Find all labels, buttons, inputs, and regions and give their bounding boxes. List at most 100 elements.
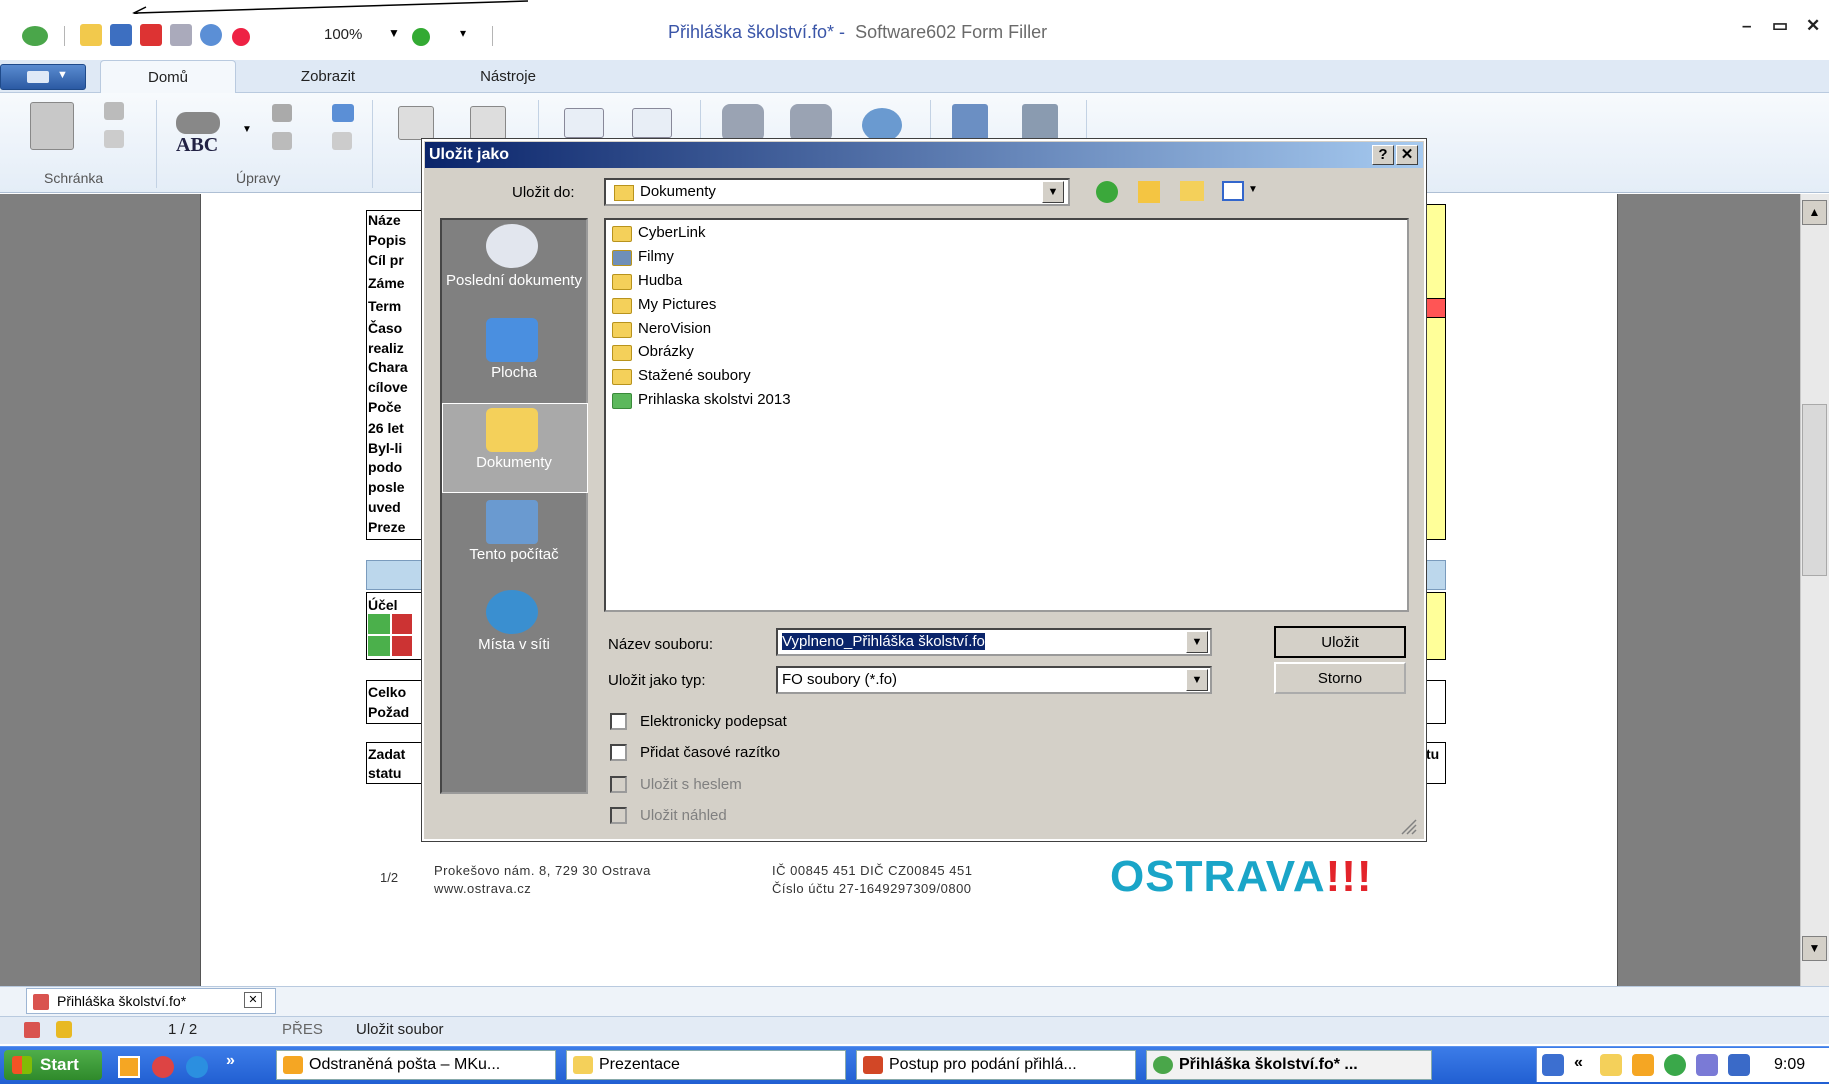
place-documents[interactable]: Dokumenty	[442, 454, 586, 472]
form-layout-icon[interactable]	[632, 108, 672, 138]
help-button[interactable]: ?	[1372, 145, 1394, 165]
copy-icon[interactable]	[104, 130, 124, 148]
restore-button[interactable]: ▭	[1772, 16, 1788, 36]
tray-volume-icon[interactable]	[1696, 1054, 1718, 1076]
tray-outlook-icon[interactable]	[1632, 1054, 1654, 1076]
resize-grip-icon[interactable]	[1398, 816, 1418, 836]
scroll-up-arrow-icon[interactable]: ▲	[1802, 200, 1827, 225]
minimize-button[interactable]: –	[1742, 16, 1751, 36]
file-item[interactable]: Filmy	[608, 248, 674, 270]
application-menu-button[interactable]: ▼	[0, 64, 86, 90]
view-menu-icon[interactable]	[1222, 181, 1244, 201]
back-icon[interactable]	[1096, 181, 1118, 203]
tab-tools[interactable]: Nástroje	[448, 60, 568, 93]
tray-network-icon[interactable]	[1664, 1054, 1686, 1076]
dialog-close-button[interactable]: ✕	[1396, 145, 1418, 165]
file-item[interactable]: Obrázky	[608, 343, 694, 365]
filetype-dropdown[interactable]: FO soubory (*.fo)	[776, 666, 1212, 694]
file-item[interactable]: CyberLink	[608, 224, 706, 246]
timestamp-checkbox-label[interactable]: Přidat časové razítko	[640, 744, 780, 761]
spell-check-label[interactable]: ABC	[176, 134, 218, 157]
pdf-icon[interactable]	[140, 24, 162, 46]
file-item[interactable]: My Pictures	[608, 296, 716, 318]
save-in-dropdown-arrow-icon[interactable]: ▼	[1042, 181, 1064, 203]
file-item[interactable]: NeroVision	[608, 320, 711, 342]
scrollbar-thumb[interactable]	[1802, 404, 1827, 576]
clock[interactable]: 9:09	[1774, 1056, 1805, 1074]
find-icon[interactable]	[176, 112, 220, 134]
select-all-icon[interactable]	[272, 132, 292, 150]
tray-expand[interactable]: «	[1574, 1054, 1583, 1072]
print-icon[interactable]	[170, 24, 192, 46]
tray-folder-icon[interactable]	[1600, 1054, 1622, 1076]
form-edit-icon[interactable]	[1022, 104, 1058, 142]
start-button[interactable]: Start	[4, 1050, 102, 1080]
timestamp-checkbox[interactable]	[610, 744, 627, 761]
file-item[interactable]: Prihlaska skolstvi 2013	[608, 391, 791, 413]
internet-explorer-icon[interactable]	[186, 1056, 208, 1078]
calculator-icon[interactable]	[952, 104, 988, 142]
file-list[interactable]	[604, 218, 1409, 612]
replace-icon[interactable]	[272, 104, 292, 122]
zoom-out-icon[interactable]	[232, 28, 250, 46]
save-button[interactable]: Uložit	[1274, 626, 1406, 658]
paste-icon[interactable]	[30, 102, 74, 150]
database-web-icon[interactable]	[862, 108, 902, 142]
quicklaunch-overflow[interactable]: »	[226, 1052, 235, 1070]
window-title: Přihláška školství.fo* - Software602 Form…	[668, 22, 1047, 43]
cut-icon[interactable]	[104, 102, 124, 120]
up-folder-icon[interactable]	[1138, 181, 1160, 203]
filename-input[interactable]: Vyplneno_Přihláška školství.fo	[776, 628, 1212, 656]
document-tab-close-icon[interactable]: ✕	[244, 992, 262, 1008]
task-form-filler[interactable]: Přihláška školství.fo* ...	[1146, 1050, 1432, 1080]
vertical-scrollbar[interactable]	[1800, 194, 1829, 986]
tab-view[interactable]: Zobrazit	[268, 60, 388, 93]
tray-monitor-icon[interactable]	[1728, 1054, 1750, 1076]
language-icon[interactable]	[1542, 1054, 1564, 1076]
zoom-dropdown-icon[interactable]: ▼	[388, 26, 400, 40]
add-row-icon[interactable]	[368, 636, 390, 656]
place-desktop[interactable]: Plocha	[442, 364, 586, 382]
close-button[interactable]: ✕	[1806, 16, 1820, 36]
cancel-button[interactable]: Storno	[1274, 662, 1406, 694]
media-quicklaunch-icon[interactable]	[152, 1056, 174, 1078]
redo-icon[interactable]	[332, 132, 352, 150]
task-folder[interactable]: Prezentace	[566, 1050, 846, 1080]
database-icon[interactable]	[722, 104, 764, 142]
document-tab[interactable]: Přihláška školství.fo*	[26, 988, 276, 1014]
undo-large-icon[interactable]	[332, 104, 354, 122]
outlook-quicklaunch-icon[interactable]	[118, 1056, 140, 1078]
open-folder-icon[interactable]	[80, 24, 102, 46]
view-menu-arrow-icon[interactable]: ▼	[1248, 184, 1258, 195]
task-outlook[interactable]: Odstraněná pošta – MKu...	[276, 1050, 556, 1080]
sign-checkbox[interactable]	[610, 713, 627, 730]
import-data-icon[interactable]	[398, 106, 434, 140]
form-fields-icon[interactable]	[564, 108, 604, 138]
app-logo-icon[interactable]	[22, 26, 48, 46]
customize-toolbar-icon[interactable]: ▾	[460, 26, 466, 40]
zoom-value[interactable]: 100%	[324, 26, 362, 43]
filename-dropdown-arrow-icon[interactable]: ▼	[1186, 631, 1208, 653]
file-item[interactable]: Stažené soubory	[608, 367, 751, 389]
zoom-in-icon[interactable]	[412, 28, 430, 46]
database-table-icon[interactable]	[790, 104, 832, 142]
place-recent-documents[interactable]: Poslední dokumenty	[442, 272, 586, 290]
add-row-icon[interactable]	[368, 614, 390, 634]
place-computer[interactable]: Tento počítač	[442, 546, 586, 564]
new-folder-icon[interactable]	[1180, 181, 1204, 201]
save-in-dropdown[interactable]: Dokumenty	[604, 178, 1070, 206]
spell-dropdown-icon[interactable]: ▼	[242, 124, 252, 135]
file-item[interactable]: Hudba	[608, 272, 682, 294]
save-icon[interactable]	[110, 24, 132, 46]
scroll-down-arrow-icon[interactable]: ▼	[1802, 936, 1827, 961]
place-network[interactable]: Místa v síti	[442, 636, 586, 654]
sign-checkbox-label[interactable]: Elektronicky podepsat	[640, 713, 787, 730]
export-data-icon[interactable]	[470, 106, 506, 140]
remove-row-icon[interactable]	[392, 636, 412, 656]
filetype-dropdown-arrow-icon[interactable]: ▼	[1186, 669, 1208, 691]
form-row-label: Chara	[368, 359, 408, 375]
undo-icon[interactable]	[200, 24, 222, 46]
remove-row-icon[interactable]	[392, 614, 412, 634]
tab-home[interactable]: Domů	[100, 60, 236, 93]
task-powerpoint[interactable]: Postup pro podání přihlá...	[856, 1050, 1136, 1080]
